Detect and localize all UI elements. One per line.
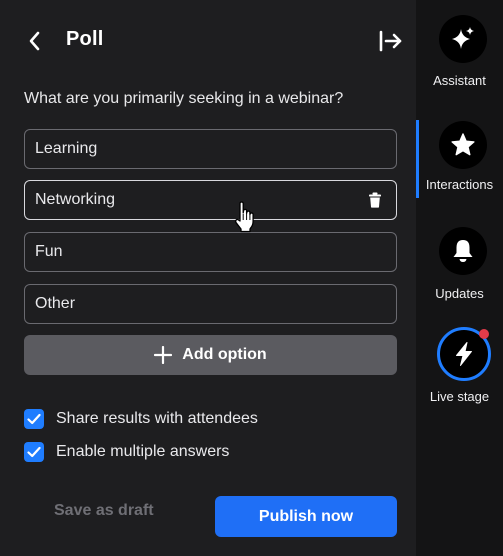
poll-question: What are you primarily seeking in a webi… [24, 90, 344, 107]
bell-icon [439, 227, 487, 275]
poll-option-input[interactable]: Other [24, 284, 397, 324]
poll-option-input[interactable]: Fun [24, 232, 397, 272]
add-option-button[interactable]: Add option [24, 335, 397, 375]
rail-item-label: Interactions [425, 177, 494, 192]
rail-item-updates[interactable]: Updates [416, 227, 503, 317]
multiple-answers-setting: Enable multiple answers [24, 441, 229, 463]
save-draft-button[interactable]: Save as draft [54, 502, 154, 520]
panel-header: Poll [0, 18, 416, 64]
add-option-label: Add option [182, 346, 267, 363]
poll-option-text: Fun [35, 243, 63, 260]
chevron-left-icon [29, 31, 40, 51]
share-results-label: Share results with attendees [56, 410, 258, 427]
share-results-setting: Share results with attendees [24, 408, 258, 430]
multiple-answers-checkbox[interactable] [24, 442, 44, 462]
arrow-right-to-bar-icon [379, 30, 402, 52]
trash-icon[interactable] [368, 192, 382, 208]
share-results-checkbox[interactable] [24, 409, 44, 429]
page-title: Poll [66, 28, 104, 50]
checkmark-icon [27, 413, 41, 425]
star-icon [439, 121, 487, 169]
collapse-panel-button[interactable] [378, 28, 404, 54]
rail-item-label: Assistant [433, 73, 486, 88]
rail-item-live-stage[interactable]: Live stage [416, 327, 503, 417]
back-button[interactable] [26, 30, 44, 52]
poll-option-text: Learning [35, 140, 98, 157]
rail-item-label: Updates [435, 286, 484, 301]
checkmark-icon [27, 446, 41, 458]
notification-dot [479, 329, 489, 339]
rail-item-interactions[interactable]: Interactions [416, 121, 503, 211]
rail-item-assistant[interactable]: Assistant [416, 15, 503, 105]
multiple-answers-label: Enable multiple answers [56, 443, 230, 460]
poll-panel: Poll What are you primarily seeking in a… [0, 0, 416, 556]
plus-icon [154, 346, 173, 364]
rail-item-label: Live stage [429, 389, 490, 404]
poll-option-text: Networking [35, 191, 116, 208]
poll-option-input[interactable]: Learning [24, 129, 397, 169]
poll-option-input[interactable]: Networking [24, 180, 397, 220]
poll-option-text: Other [35, 295, 76, 312]
sparkle-icon [439, 15, 487, 63]
app-root: Poll What are you primarily seeking in a… [0, 0, 503, 556]
publish-button[interactable]: Publish now [215, 496, 397, 537]
side-rail: Assistant Interactions Updates Live stag… [416, 0, 503, 556]
